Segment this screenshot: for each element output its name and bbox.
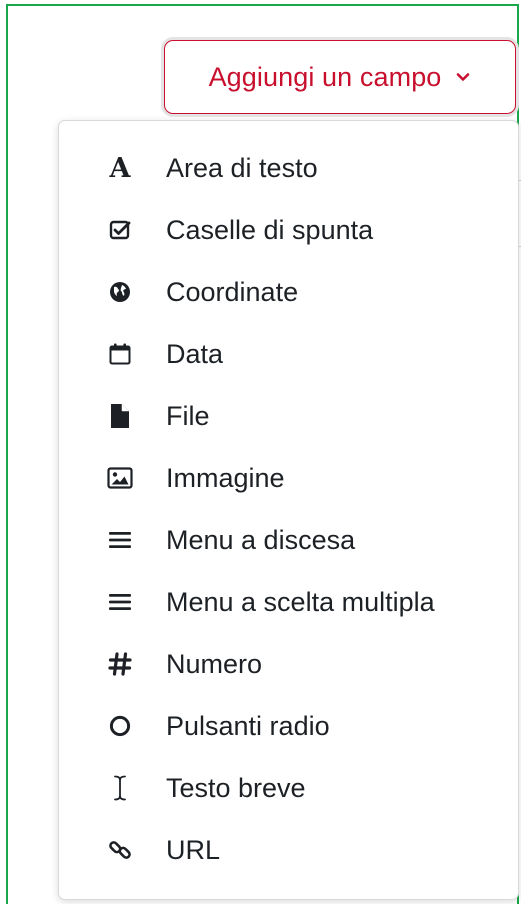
menu-item-label: Menu a discesa <box>166 524 356 555</box>
add-field-button-label: Aggiungi un campo <box>208 61 442 92</box>
menu-item-label: URL <box>166 834 221 865</box>
text-cursor-icon <box>105 773 135 803</box>
menu-item-label: Testo breve <box>166 772 306 803</box>
hashtag-icon <box>105 649 135 679</box>
menu-item-numero[interactable]: Numero <box>59 633 518 695</box>
text-area-icon: A <box>109 152 131 184</box>
menu-item-label: Numero <box>166 648 263 679</box>
menu-item-label: Menu a scelta multipla <box>166 586 435 617</box>
menu-item-label: Area di testo <box>166 152 318 183</box>
menu-item-caselle-di-spunta[interactable]: Caselle di spunta <box>59 199 518 261</box>
file-icon <box>105 401 135 431</box>
menu-item-label: Data <box>166 338 224 369</box>
globe-icon <box>105 277 135 307</box>
image-icon <box>105 463 135 493</box>
menu-item-label: Coordinate <box>166 276 299 307</box>
menu-item-label: Immagine <box>166 462 285 493</box>
menu-item-coordinate[interactable]: Coordinate <box>59 261 518 323</box>
menu-item-label: Caselle di spunta <box>166 214 374 245</box>
bars-icon <box>105 587 135 617</box>
menu-item-data[interactable]: Data <box>59 323 518 385</box>
menu-item-menu-a-scelta-multipla[interactable]: Menu a scelta multipla <box>59 571 518 633</box>
chevron-down-icon <box>455 69 471 85</box>
link-icon <box>105 835 135 865</box>
menu-item-area-di-testo[interactable]: A Area di testo <box>59 137 518 199</box>
calendar-icon <box>105 339 135 369</box>
menu-item-label: File <box>166 400 210 431</box>
menu-item-url[interactable]: URL <box>59 819 518 881</box>
menu-item-file[interactable]: File <box>59 385 518 447</box>
menu-item-pulsanti-radio[interactable]: Pulsanti radio <box>59 695 518 757</box>
menu-item-label: Pulsanti radio <box>166 710 330 741</box>
bars-icon <box>105 525 135 555</box>
radio-circle-icon <box>105 711 135 741</box>
menu-item-immagine[interactable]: Immagine <box>59 447 518 509</box>
add-field-button[interactable]: Aggiungi un campo <box>164 40 516 114</box>
checkbox-icon <box>105 215 135 245</box>
add-field-dropdown-menu: A Area di testo Caselle di spunta Coordi… <box>58 120 519 900</box>
menu-item-menu-a-discesa[interactable]: Menu a discesa <box>59 509 518 571</box>
menu-item-testo-breve[interactable]: Testo breve <box>59 757 518 819</box>
